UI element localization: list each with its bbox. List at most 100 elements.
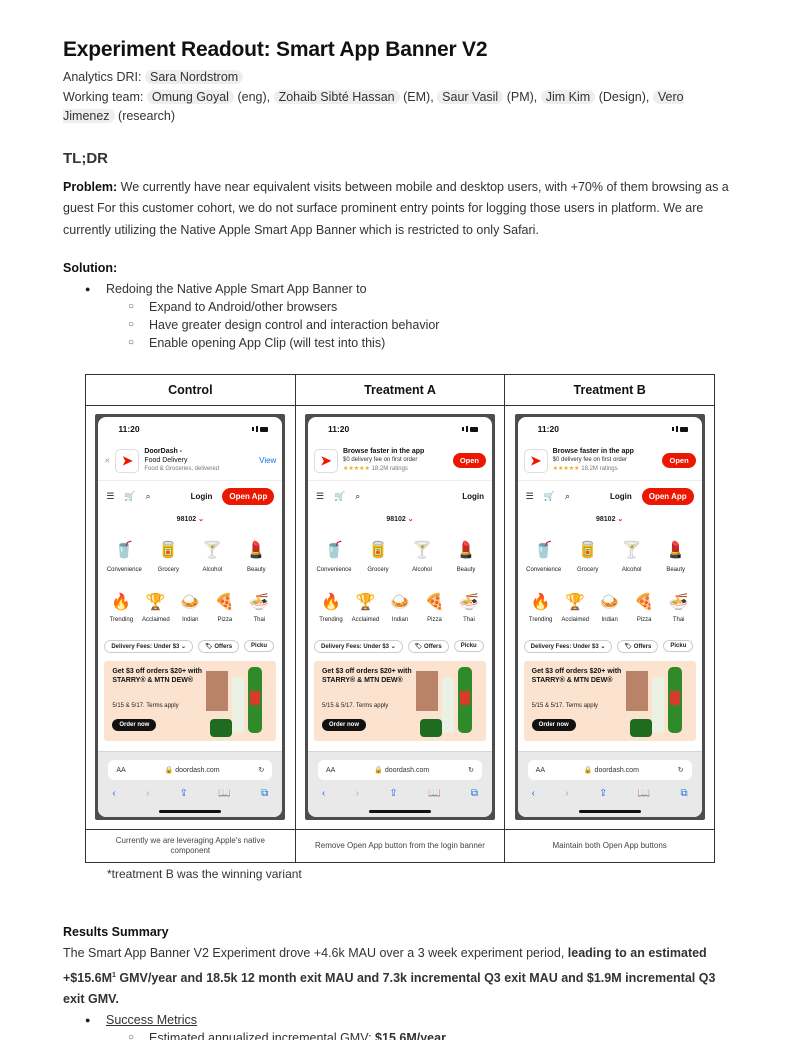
problem-text: We currently have near equivalent visits… xyxy=(63,179,729,237)
share-icon[interactable]: ⇪ xyxy=(389,788,397,799)
promo-card[interactable]: Get $3 off orders $20+ with STARRY® & MT… xyxy=(523,661,696,741)
menu-icon[interactable]: ☰ xyxy=(526,491,534,502)
results-paragraph: The Smart App Banner V2 Experiment drove… xyxy=(63,946,716,1007)
person-chip[interactable]: Zohaib Sibté Hassan xyxy=(273,89,400,104)
bookmarks-icon[interactable]: 📖 xyxy=(638,788,650,799)
filter-pill[interactable]: Delivery Fees: Under $3 ⌄ xyxy=(104,639,194,653)
alcohol-icon: 🍸 xyxy=(412,542,432,559)
phone-screenshot: 11:20 ➤ Browse faster in the app $0 deli… xyxy=(304,414,495,820)
filter-row: Delivery Fees: Under $3 ⌄ 🏷 Offers Picku xyxy=(98,635,282,657)
category-row: 🥤 Convenience 🥫 Grocery 🍸 Alcohol 💄 Beauty xyxy=(518,529,702,585)
share-icon[interactable]: ⇪ xyxy=(599,788,607,799)
order-now-button[interactable]: Order now xyxy=(321,719,366,731)
category-row: 🥤 Convenience 🥫 Grocery 🍸 Alcohol 💄 Beauty xyxy=(98,529,282,585)
phone-screenshot: 11:20 ✕ ➤ DoorDash - Food Delivery Food … xyxy=(95,414,286,820)
winning-variant-footnote: *treatment B was the winning variant xyxy=(107,866,302,881)
share-icon[interactable]: ⇪ xyxy=(180,788,188,799)
login-button[interactable]: Login xyxy=(610,492,632,501)
soda-bottles-image xyxy=(415,667,472,737)
open-app-button[interactable]: Open App xyxy=(641,487,694,505)
doordash-logo: ➤ xyxy=(313,448,338,473)
tabs-icon[interactable]: ⧉ xyxy=(261,788,268,799)
table-caption: Remove Open App button from the login ba… xyxy=(294,828,506,863)
cart-icon[interactable]: 🛒 xyxy=(544,491,555,502)
filter-pill[interactable]: Delivery Fees: Under $3 ⌄ xyxy=(313,639,403,653)
search-icon[interactable]: ⌕ xyxy=(565,491,570,502)
order-now-button[interactable]: Order now xyxy=(531,719,576,731)
menu-icon[interactable]: ☰ xyxy=(106,491,114,502)
url-bar[interactable]: AA 🔒 doordash.com ↻ xyxy=(527,760,692,780)
cart-icon[interactable]: 🛒 xyxy=(124,491,135,502)
list-item: Redoing the Native Apple Smart App Banne… xyxy=(85,280,738,352)
grocery-icon: 🥫 xyxy=(368,542,388,559)
open-button[interactable]: Open xyxy=(662,453,696,468)
url-bar[interactable]: AA 🔒 doordash.com ↻ xyxy=(317,760,482,780)
grocery-icon: 🥫 xyxy=(158,542,179,559)
person-chip[interactable]: Omung Goyal xyxy=(146,89,234,104)
person-chip-analytics[interactable]: Sara Nordstrom xyxy=(144,70,244,84)
document-page: Experiment Readout: Smart App Banner V2 … xyxy=(63,36,738,1040)
filter-pill[interactable]: Picku xyxy=(663,640,694,652)
url-bar[interactable]: AA 🔒 doordash.com ↻ xyxy=(108,760,273,780)
list-item: Expand to Android/other browsers xyxy=(128,298,738,316)
noodles-icon: 🍜 xyxy=(459,594,479,611)
filter-row: Delivery Fees: Under $3 ⌄ 🏷 Offers Picku xyxy=(308,635,492,657)
home-indicator xyxy=(368,810,431,813)
beauty-icon: 💄 xyxy=(665,542,686,559)
back-icon[interactable]: ‹ xyxy=(532,788,535,799)
person-role: (Design), xyxy=(598,89,650,104)
promo-card[interactable]: Get $3 off orders $20+ with STARRY® & MT… xyxy=(104,661,277,741)
filter-pill[interactable]: Picku xyxy=(244,640,275,652)
view-button[interactable]: View xyxy=(259,456,276,465)
tabs-icon[interactable]: ⧉ xyxy=(471,788,478,799)
success-metrics-link[interactable]: Success Metrics xyxy=(106,1013,197,1027)
list-item: Success Metrics Estimated annualized inc… xyxy=(85,1011,738,1040)
bookmarks-icon[interactable]: 📖 xyxy=(428,788,440,799)
zip-selector[interactable]: 98102 ⌄ xyxy=(98,511,282,529)
filter-pill[interactable]: Delivery Fees: Under $3 ⌄ xyxy=(523,639,613,653)
page-title: Experiment Readout: Smart App Banner V2 xyxy=(63,38,488,61)
menu-icon[interactable]: ☰ xyxy=(316,491,324,502)
home-indicator xyxy=(159,810,222,813)
filter-pill[interactable]: 🏷 Offers xyxy=(198,639,240,653)
status-icons xyxy=(252,426,269,432)
close-icon[interactable]: ✕ xyxy=(104,457,110,465)
open-app-button[interactable]: Open App xyxy=(222,487,275,505)
filter-pill[interactable]: 🏷 Offers xyxy=(617,639,659,653)
filter-pill[interactable]: 🏷 Offers xyxy=(407,639,449,653)
alcohol-icon: 🍸 xyxy=(621,542,642,559)
tabs-icon[interactable]: ⧉ xyxy=(681,788,688,799)
zip-selector[interactable]: 98102 ⌄ xyxy=(518,511,702,529)
search-icon[interactable]: ⌕ xyxy=(355,491,360,502)
filter-pill[interactable]: Picku xyxy=(453,640,484,652)
cart-icon[interactable]: 🛒 xyxy=(334,491,345,502)
person-role: (PM), xyxy=(506,89,538,104)
forward-icon[interactable]: › xyxy=(356,788,359,799)
login-button[interactable]: Login xyxy=(191,492,213,501)
person-role: (EM), xyxy=(403,89,434,104)
trophy-icon: 🏆 xyxy=(145,594,166,611)
open-button[interactable]: Open xyxy=(452,453,486,468)
forward-icon[interactable]: › xyxy=(565,788,568,799)
beauty-icon: 💄 xyxy=(456,542,476,559)
table-caption: Currently we are leveraging Apple's nati… xyxy=(85,828,296,863)
person-role: (eng), xyxy=(237,89,271,104)
filter-row: Delivery Fees: Under $3 ⌄ 🏷 Offers Picku xyxy=(518,635,702,657)
login-button[interactable]: Login xyxy=(462,492,484,501)
forward-icon[interactable]: › xyxy=(146,788,149,799)
results-heading: Results Summary xyxy=(63,924,169,939)
list-item: Have greater design control and interact… xyxy=(128,316,738,334)
search-icon[interactable]: ⌕ xyxy=(146,491,151,502)
convenience-icon: 🥤 xyxy=(533,542,554,559)
back-icon[interactable]: ‹ xyxy=(112,788,115,799)
back-icon[interactable]: ‹ xyxy=(322,788,325,799)
order-now-button[interactable]: Order now xyxy=(112,719,157,731)
table-header: Treatment A xyxy=(294,373,506,406)
zip-selector[interactable]: 98102 ⌄ xyxy=(308,511,492,529)
person-chip[interactable]: Saur Vasil xyxy=(437,89,504,104)
pizza-icon: 🍕 xyxy=(214,594,235,611)
person-chip[interactable]: Jim Kim xyxy=(540,89,596,104)
promo-card[interactable]: Get $3 off orders $20+ with STARRY® & MT… xyxy=(313,661,486,741)
bookmarks-icon[interactable]: 📖 xyxy=(218,788,230,799)
problem-label: Problem: xyxy=(63,179,118,194)
